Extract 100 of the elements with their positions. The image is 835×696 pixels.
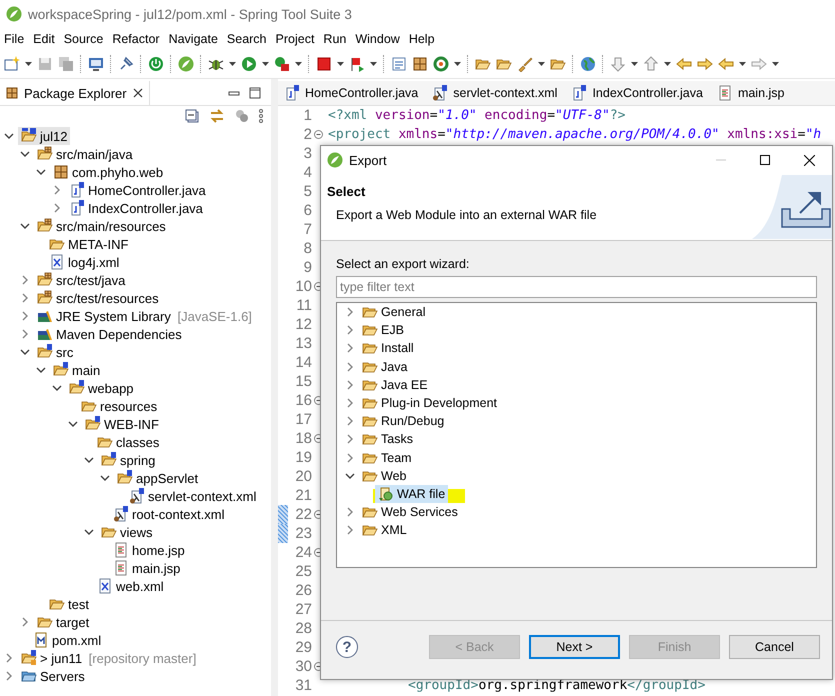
tree-item[interactable]: META-INF [46, 235, 132, 253]
tree-item[interactable]: src/test/resources [34, 289, 162, 307]
chevron-down-icon[interactable] [4, 131, 14, 141]
menu-item[interactable]: File [0, 32, 30, 46]
dropdown-icon[interactable] [739, 62, 746, 66]
tree-item[interactable]: Java EE [359, 376, 431, 394]
tree-item[interactable]: Servers [18, 667, 88, 685]
chevron-right-icon[interactable] [345, 525, 355, 536]
menu-item[interactable]: Navigate [164, 32, 223, 46]
tree-item[interactable]: root-context.xml [110, 505, 228, 523]
tree-item[interactable]: home.jsp [110, 541, 188, 559]
dropdown-icon[interactable] [538, 62, 545, 66]
tree-item[interactable]: HomeController.java [66, 181, 209, 199]
chevron-right-icon[interactable] [345, 507, 355, 518]
collapse-all-icon[interactable] [185, 109, 199, 123]
chevron-right-icon[interactable] [345, 307, 355, 318]
dropdown-icon[interactable] [454, 62, 461, 66]
dropdown-icon[interactable] [295, 62, 302, 66]
chevron-right-icon[interactable] [20, 329, 30, 339]
tree-item[interactable]: classes [94, 433, 162, 451]
chevron-right-icon[interactable] [20, 275, 30, 285]
tree-item[interactable]: resources [78, 397, 160, 415]
forward-arrow-icon[interactable] [697, 56, 713, 72]
tree-item[interactable]: WEB-INF [82, 415, 162, 433]
tree-item[interactable]: main.jsp [110, 559, 184, 577]
dialog-button[interactable]: Next > [529, 635, 620, 659]
filter-field[interactable]: type filter text [336, 276, 817, 298]
tree-item[interactable]: Install [359, 339, 417, 358]
help-button[interactable]: ? [336, 636, 358, 658]
tree-item[interactable]: JRE System Library [JavaSE-1.6] [34, 307, 255, 325]
menu-item[interactable]: Edit [29, 32, 60, 46]
filter-icon[interactable] [235, 109, 249, 123]
monitor-icon[interactable] [88, 56, 104, 72]
tree-item[interactable]: webapp [66, 379, 137, 397]
tree-item[interactable]: > jun11 [repository master] [18, 649, 200, 667]
tree-item[interactable]: General [359, 303, 428, 322]
chevron-right-icon[interactable] [345, 398, 355, 408]
tree-item[interactable]: src [34, 343, 76, 361]
editor-tab[interactable]: IndexController.java [565, 81, 711, 105]
chevron-down-icon[interactable] [84, 527, 94, 537]
dropdown-icon[interactable] [229, 62, 236, 66]
dropdown-icon[interactable] [664, 62, 671, 66]
tree-item[interactable]: com.phyho.web [50, 163, 166, 181]
tree-item[interactable]: servlet-context.xml [126, 487, 260, 505]
link-arrows-icon[interactable] [209, 109, 225, 123]
refresh-icon[interactable] [433, 56, 449, 72]
editor-tab[interactable]: servlet-context.xml [426, 81, 566, 105]
tree-item[interactable]: test [46, 595, 92, 613]
editor-tab[interactable]: main.jsp [710, 81, 792, 105]
tree-item[interactable]: Web [359, 466, 410, 485]
tree-item[interactable]: jul12 [18, 127, 70, 145]
chevron-right-icon[interactable] [52, 203, 62, 213]
tree-item[interactable]: target [34, 613, 92, 631]
tree-item[interactable]: EJB [359, 321, 407, 340]
tree-item[interactable]: pom.xml [30, 631, 104, 649]
tree-item[interactable]: Web Services [359, 503, 461, 522]
tree-item[interactable]: appServlet [114, 469, 202, 487]
tree-item[interactable]: Maven Dependencies [34, 325, 185, 343]
menu-item[interactable]: Window [351, 32, 405, 46]
chevron-down-icon[interactable] [36, 167, 46, 177]
tree-item[interactable]: views [98, 523, 156, 541]
package-icon[interactable] [412, 56, 428, 72]
dropdown-icon[interactable] [262, 62, 269, 66]
tree-item[interactable]: spring [98, 451, 158, 469]
tree-item[interactable]: log4j.xml [46, 253, 122, 271]
chevron-right-icon[interactable] [345, 343, 355, 354]
play-icon[interactable] [241, 56, 257, 72]
chevron-right-icon[interactable] [4, 671, 14, 681]
close-icon[interactable] [132, 88, 143, 98]
chevron-right-icon[interactable] [345, 362, 355, 372]
stop-icon[interactable] [316, 56, 332, 72]
power-icon[interactable] [148, 56, 164, 72]
wizard-list[interactable]: General EJB Install Java Java EE Plug-in Development Run/Debug Tasks Team Web WAR file Web Services XML [336, 302, 817, 568]
chevron-down-icon[interactable] [20, 347, 30, 357]
close-icon[interactable] [804, 154, 815, 166]
up-arrow-icon[interactable] [643, 56, 659, 72]
chevron-down-icon[interactable] [345, 470, 355, 481]
menu-item[interactable]: Run [319, 32, 352, 46]
editor-tab[interactable]: HomeController.java [278, 81, 426, 105]
menu-item[interactable]: Help [404, 32, 440, 46]
menu-item[interactable]: Search [222, 32, 272, 46]
chevron-right-icon[interactable] [345, 325, 355, 336]
flag-icon[interactable] [349, 56, 365, 72]
dialog-button[interactable]: Cancel [729, 635, 820, 659]
chevron-right-icon[interactable] [20, 617, 30, 627]
chevron-right-icon[interactable] [20, 311, 30, 321]
chevron-down-icon[interactable] [36, 365, 46, 375]
down-arrow-icon[interactable] [610, 56, 626, 72]
text-icon[interactable] [391, 56, 407, 72]
chevron-down-icon[interactable] [100, 473, 110, 483]
maximize-icon[interactable] [249, 87, 261, 99]
tree-item[interactable]: src/test/java [34, 271, 128, 289]
chevron-right-icon[interactable] [4, 653, 14, 663]
tree-item[interactable]: IndexController.java [66, 199, 206, 217]
dropdown-icon[interactable] [370, 62, 377, 66]
menu-item[interactable]: Source [60, 32, 108, 46]
chevron-right-icon[interactable] [52, 185, 62, 195]
menu-item[interactable]: Project [272, 32, 320, 46]
dropdown-icon[interactable] [772, 62, 779, 66]
chevron-right-icon[interactable] [345, 452, 355, 463]
